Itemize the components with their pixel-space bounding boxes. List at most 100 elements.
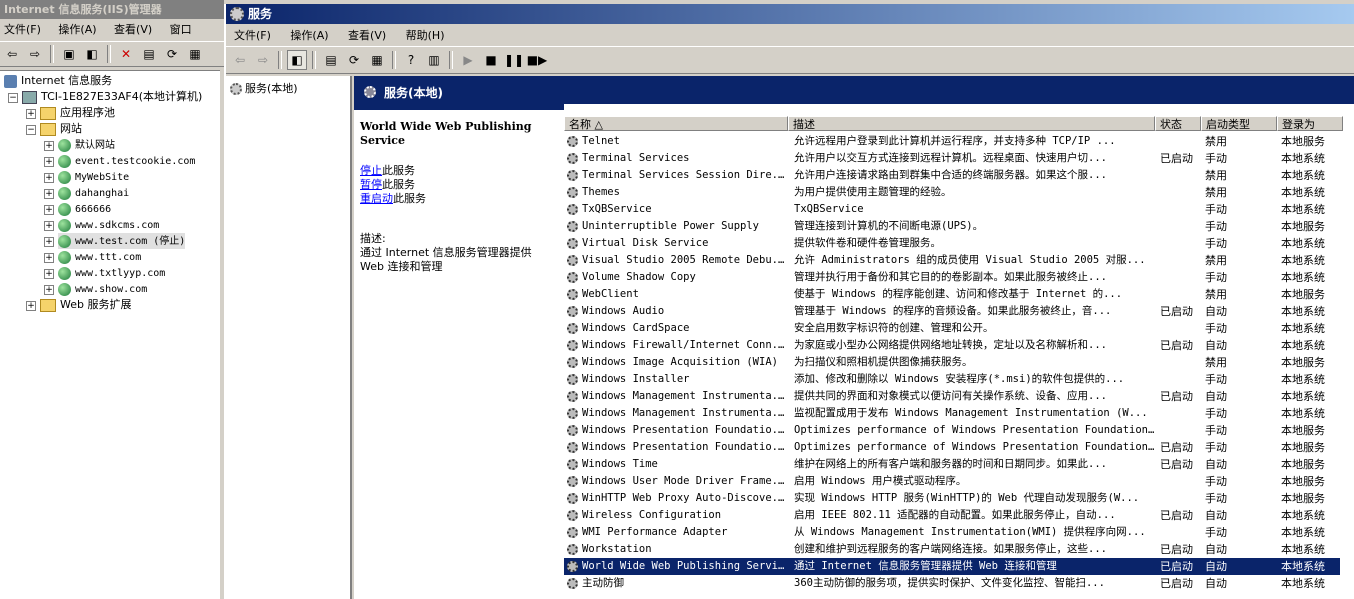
menu-view[interactable]: 查看(V)	[348, 29, 386, 42]
stop-service-icon[interactable]: ■	[481, 50, 501, 70]
properties-icon[interactable]: ▤	[321, 50, 341, 70]
column-header-description[interactable]: 描述	[788, 116, 1155, 131]
tree-site[interactable]: MyWebSite	[58, 169, 129, 185]
tree-site[interactable]: event.testcookie.com	[58, 153, 195, 169]
service-row[interactable]: Terminal Services Session Dire... 允许用户连接请…	[564, 167, 1340, 184]
service-row[interactable]: Windows User Mode Driver Frame... 启用 Wind…	[564, 473, 1340, 490]
back-arrow-icon[interactable]: ⇦	[230, 50, 250, 70]
column-header-startup-type[interactable]: 启动类型	[1201, 116, 1277, 131]
service-row[interactable]: Windows Management Instrumenta... 提供共同的界面…	[564, 388, 1340, 405]
expand-icon[interactable]: +	[26, 109, 36, 119]
service-row[interactable]: Terminal Services 允许用户以交互方式连接到远程计算机。远程桌面、…	[564, 150, 1340, 167]
service-row[interactable]: Windows Installer 添加、修改和删除以 Windows 安装程序(…	[564, 371, 1340, 388]
tree-app-pools[interactable]: 应用程序池	[40, 105, 115, 121]
tree-site[interactable]: 默认网站	[58, 137, 115, 153]
expand-icon[interactable]: +	[44, 285, 54, 295]
tree-site[interactable]: dahanghai	[58, 185, 129, 201]
help-icon[interactable]: ?	[401, 50, 421, 70]
service-gear-icon	[567, 254, 578, 266]
service-desc-cell: 管理连接到计算机的不间断电源(UPS)。	[794, 220, 984, 232]
column-header-status[interactable]: 状态	[1155, 116, 1201, 131]
service-row[interactable]: Windows Presentation Foundatio... Optimiz…	[564, 422, 1340, 439]
scope-node-services-local[interactable]: 服务(本地)	[230, 80, 350, 96]
tree-site[interactable]: www.sdkcms.com	[58, 217, 159, 233]
stop-service-link[interactable]: 停止	[360, 164, 382, 177]
expand-icon[interactable]: +	[44, 141, 54, 151]
tree-root[interactable]: Internet 信息服务	[4, 73, 112, 89]
column-header-name[interactable]: 名称 △	[564, 116, 788, 131]
pause-service-icon[interactable]: ❚❚	[504, 50, 524, 70]
expand-icon[interactable]: +	[44, 157, 54, 167]
collapse-icon[interactable]: −	[26, 125, 36, 135]
refresh-icon[interactable]: ⟳	[344, 50, 364, 70]
expand-icon[interactable]: +	[44, 253, 54, 263]
tree-web-extensions[interactable]: Web 服务扩展	[40, 297, 131, 313]
service-row[interactable]: Windows Image Acquisition (WIA) 为扫描仪和照相机提…	[564, 354, 1340, 371]
show-tree-icon[interactable]: ◧	[287, 50, 307, 70]
tree-site[interactable]: www.show.com	[58, 281, 147, 297]
service-row[interactable]: TxQBService TxQBService 手动 本地系统	[564, 201, 1340, 218]
expand-icon[interactable]: +	[44, 269, 54, 279]
export-list-icon[interactable]: ▦	[185, 44, 205, 64]
expand-icon[interactable]: +	[44, 237, 54, 247]
iis-menu-file[interactable]: 文件(F)	[4, 23, 41, 36]
restart-service-icon[interactable]: ■▶	[527, 50, 548, 70]
service-row[interactable]: Themes 为用户提供使用主题管理的经验。 禁用 本地系统	[564, 184, 1340, 201]
tree-site[interactable]: www.test.com (停止)	[58, 233, 186, 249]
service-row[interactable]: Wireless Configuration 启用 IEEE 802.11 适配器…	[564, 507, 1340, 524]
service-row[interactable]: Windows Management Instrumenta... 监视配置成用于…	[564, 405, 1340, 422]
forward-arrow-icon[interactable]: ⇨	[25, 44, 45, 64]
service-row[interactable]: Visual Studio 2005 Remote Debu... 允许 Admi…	[564, 252, 1340, 269]
tree-computer[interactable]: TCI-1E827E33AF4(本地计算机)	[22, 89, 202, 105]
service-row[interactable]: WMI Performance Adapter 从 Windows Managem…	[564, 524, 1340, 541]
console-tree-icon[interactable]: ▥	[424, 50, 444, 70]
properties-icon[interactable]: ▤	[139, 44, 159, 64]
link-suffix: 此服务	[382, 164, 415, 177]
service-row[interactable]: Virtual Disk Service 提供软件卷和硬件卷管理服务。 手动 本地系统	[564, 235, 1340, 252]
up-folder-icon[interactable]: ▣	[59, 44, 79, 64]
service-row[interactable]: WebClient 使基于 Windows 的程序能创建、访问和修改基于 Inte…	[564, 286, 1340, 303]
service-row[interactable]: Uninterruptible Power Supply 管理连接到计算机的不间断…	[564, 218, 1340, 235]
service-row[interactable]: World Wide Web Publishing Service 通过 Inte…	[564, 558, 1340, 575]
service-row[interactable]: Windows Audio 管理基于 Windows 的程序的音频设备。如果此服务…	[564, 303, 1340, 320]
export-list-icon[interactable]: ▦	[367, 50, 387, 70]
iis-menu-view[interactable]: 查看(V)	[114, 23, 152, 36]
service-row[interactable]: Workstation 创建和维护到远程服务的客户端网络连接。如果服务停止，这些.…	[564, 541, 1340, 558]
collapse-icon[interactable]: −	[8, 93, 18, 103]
tree-site[interactable]: www.txtlyyp.com	[58, 265, 165, 281]
expand-icon[interactable]: +	[26, 301, 36, 311]
menu-action[interactable]: 操作(A)	[290, 29, 328, 42]
pause-service-link[interactable]: 暂停	[360, 178, 382, 191]
column-header-logon-as[interactable]: 登录为	[1277, 116, 1343, 131]
expand-icon[interactable]: +	[44, 189, 54, 199]
tree-websites[interactable]: 网站	[40, 121, 82, 137]
expand-icon[interactable]: +	[44, 221, 54, 231]
service-row[interactable]: Volume Shadow Copy 管理并执行用于备份和其它目的的卷影副本。如果…	[564, 269, 1340, 286]
service-row[interactable]: Windows CardSpace 安全启用数字标识符的创建、管理和公开。 手动 本地…	[564, 320, 1340, 337]
service-logon-cell: 本地服务	[1281, 475, 1325, 488]
service-row[interactable]: Telnet 允许远程用户登录到此计算机并运行程序，并支持多种 TCP/IP ..…	[564, 133, 1340, 150]
expand-icon[interactable]: +	[44, 173, 54, 183]
menu-help[interactable]: 帮助(H)	[406, 29, 445, 42]
iis-menu-window[interactable]: 窗口	[170, 23, 192, 36]
service-name-text: TxQBService	[582, 203, 652, 215]
service-row[interactable]: Windows Presentation Foundatio... Optimiz…	[564, 439, 1340, 456]
forward-arrow-icon[interactable]: ⇨	[253, 50, 273, 70]
restart-service-link[interactable]: 重启动	[360, 192, 393, 205]
back-arrow-icon[interactable]: ⇦	[2, 44, 22, 64]
expand-icon[interactable]: +	[44, 205, 54, 215]
service-startup-cell: 禁用	[1205, 254, 1227, 267]
refresh-icon[interactable]: ⟳	[162, 44, 182, 64]
service-row[interactable]: Windows Time 维护在网络上的所有客户端和服务器的时间和日期同步。如果此…	[564, 456, 1340, 473]
tree-site[interactable]: www.ttt.com	[58, 249, 141, 265]
show-tree-icon[interactable]: ◧	[82, 44, 102, 64]
delete-icon[interactable]: ✕	[116, 44, 136, 64]
service-row[interactable]: Windows Firewall/Internet Conn... 为家庭或小型办…	[564, 337, 1340, 354]
iis-menu-action[interactable]: 操作(A)	[58, 23, 96, 36]
menu-file[interactable]: 文件(F)	[234, 29, 271, 42]
tree-site[interactable]: 666666	[58, 201, 111, 217]
service-row[interactable]: 主动防御 360主动防御的服务项，提供实时保护、文件变化监控、智能扫... 已启动自…	[564, 575, 1340, 592]
service-row[interactable]: WinHTTP Web Proxy Auto-Discove... 实现 Wind…	[564, 490, 1340, 507]
start-service-icon[interactable]: ▶	[458, 50, 478, 70]
service-name-text: Uninterruptible Power Supply	[582, 220, 760, 232]
